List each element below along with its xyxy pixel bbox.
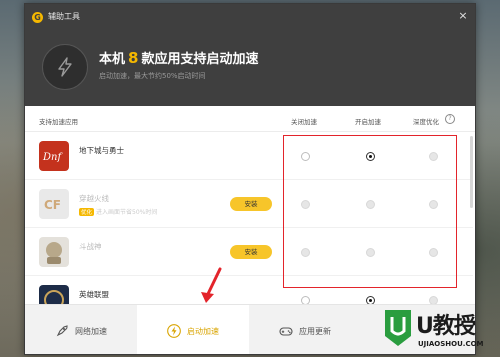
app-name: 穿越火线 (79, 194, 109, 203)
gamepad-icon (279, 324, 293, 338)
app-count: 8 (128, 49, 139, 67)
header-deep: 深度优化 (413, 118, 439, 126)
table-row: Dnf 地下城与勇士 (25, 132, 473, 180)
window-header: G 辅助工具 × 本机 8 款应用支持启动加速 启动加速，最大节约50%启动时间 (25, 4, 475, 106)
header-app: 支持加速应用 (39, 118, 78, 126)
page-title: 本机 8 款应用支持启动加速 (99, 48, 258, 67)
radio-off[interactable] (301, 200, 310, 209)
radio-on[interactable] (366, 152, 375, 161)
nav-network-acceleration[interactable]: 网络加速 (25, 305, 137, 354)
nav-label: 应用更新 (299, 326, 331, 336)
close-button[interactable]: × (457, 10, 469, 22)
table-row: CF 穿越火线 优化 进入画面节省50%时间 安装 (25, 180, 473, 228)
nav-app-update[interactable]: 应用更新 (249, 305, 361, 354)
lightning-icon (167, 324, 181, 338)
install-button[interactable]: 安装 (230, 245, 272, 259)
dnf-app-icon: Dnf (39, 141, 69, 171)
title-bar: G 辅助工具 × (25, 4, 475, 30)
table-header: 支持加速应用 关闭加速 开启加速 深度优化 ? (25, 106, 475, 132)
help-icon[interactable]: ? (445, 114, 455, 124)
radio-on[interactable] (366, 200, 375, 209)
nav-startup-acceleration[interactable]: 启动加速 (137, 305, 249, 354)
red-arrow-annotation (201, 267, 222, 303)
radio-deep[interactable] (429, 152, 438, 161)
watermark-url: UJIAOSHOU.COM (418, 340, 484, 348)
cf-app-icon: CF (39, 189, 69, 219)
watermark-brand: U教授 (416, 314, 476, 339)
radio-off[interactable] (301, 248, 310, 257)
radio-deep[interactable] (429, 248, 438, 257)
app-name: 英雄联盟 (79, 290, 109, 299)
header-on: 开启加速 (355, 118, 381, 126)
headline-suffix: 款应用支持启动加速 (141, 52, 259, 67)
header-off: 关闭加速 (291, 118, 317, 126)
page-subtitle: 启动加速，最大节约50%启动时间 (99, 72, 206, 80)
nav-label: 网络加速 (75, 326, 107, 336)
app-logo-icon: G (32, 12, 43, 23)
dzs-app-icon (39, 237, 69, 267)
radio-off[interactable] (301, 152, 310, 161)
nav-label: 启动加速 (187, 326, 219, 336)
watermark-logo-icon (385, 310, 411, 346)
svg-text:CF: CF (44, 198, 61, 212)
watermark: U教授 UJIAOSHOU.COM (378, 300, 500, 357)
lightning-icon (42, 44, 88, 90)
table-row: 斗战神 安装 (25, 228, 473, 276)
headline-prefix: 本机 (99, 52, 126, 67)
svg-text:Dnf: Dnf (42, 152, 63, 163)
scrollbar[interactable] (470, 136, 473, 208)
app-note: 优化 进入画面节省50%时间 (79, 207, 157, 216)
install-button[interactable]: 安装 (230, 197, 272, 211)
radio-deep[interactable] (429, 200, 438, 209)
app-name: 斗战神 (79, 242, 102, 251)
radio-on[interactable] (366, 248, 375, 257)
note-tag: 优化 (79, 208, 95, 216)
rocket-icon (55, 324, 69, 338)
note-text: 进入画面节省50%时间 (96, 209, 158, 216)
app-name: 地下城与勇士 (79, 146, 124, 155)
window-title: 辅助工具 (48, 12, 80, 21)
